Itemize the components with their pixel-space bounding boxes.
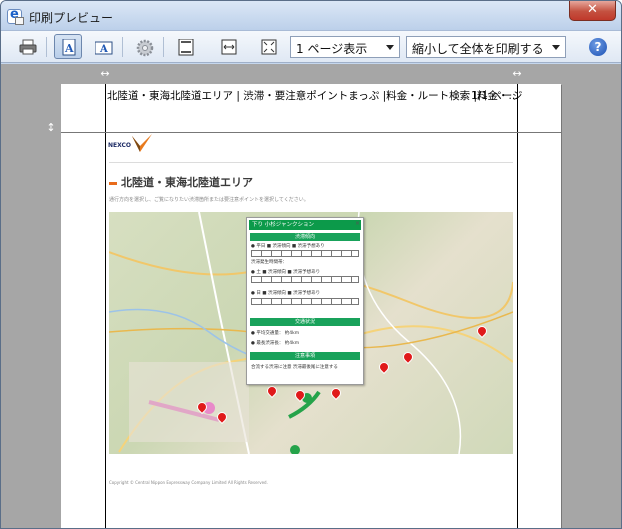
page-view-value: 1 ページ表示 [296, 42, 368, 56]
portrait-button[interactable]: A [54, 34, 82, 59]
header-footer-button[interactable] [171, 34, 199, 59]
popup-close-icon[interactable]: × [355, 220, 360, 227]
window-title: 印刷プレビュー [29, 11, 114, 25]
info-popup: 下り 小杉ジャンクション × 渋滞傾向 ● 平日 ■ 渋滞傾向 ■ 渋滞予想あり… [246, 217, 364, 385]
landscape-page-icon: A [95, 41, 113, 55]
popup-line: ● 平日 ■ 渋滞傾向 ■ 渋滞予想あり [251, 244, 325, 249]
toolbar-separator [46, 37, 47, 57]
left-margin-line [105, 84, 106, 528]
popup-band: 交通状況 [250, 318, 360, 326]
chevron-down-icon [552, 45, 560, 50]
full-page-button[interactable] [254, 34, 282, 59]
popup-line: 合流する渋滞に注意 渋滞最後尾に注意する [251, 365, 338, 370]
warning-pin[interactable] [331, 388, 339, 398]
gear-icon [136, 39, 154, 57]
popup-header: 下り 小杉ジャンクション [249, 220, 361, 230]
warning-pin[interactable] [379, 362, 387, 372]
warning-pin[interactable] [197, 402, 205, 412]
popup-line: ● 最長渋滞長： 約4km [251, 341, 300, 346]
map-image: 下り 小杉ジャンクション × 渋滞傾向 ● 平日 ■ 渋滞傾向 ■ 渋滞予想あり… [109, 212, 513, 454]
full-page-icon [261, 39, 277, 55]
preview-page: 北陸道・東海北陸道エリア | 渋滞・要注意ポイントまっぷ |料金・ルート検索 |… [61, 84, 561, 528]
toolbar-separator [163, 37, 164, 57]
section-title-text: 北陸道・東海北陸道エリア [121, 176, 253, 189]
nexco-logo: NEXCO [108, 130, 158, 160]
section-title: 北陸道・東海北陸道エリア [109, 174, 253, 190]
svg-text:A: A [99, 44, 108, 55]
popup-band: 渋滞傾向 [250, 233, 360, 241]
shrink-to-fit-select[interactable]: 縮小して全体を印刷する [406, 36, 566, 58]
close-button[interactable]: ✕ [569, 1, 616, 21]
popup-line: ● 平均交通量： 約4km [251, 331, 300, 336]
popup-time-grid [251, 298, 359, 305]
instruction-text: 通行方向を選択し、ご覧になりたい渋滞箇所または要注意ポイントを選択してください。 [109, 197, 309, 203]
toolbar: A A 1 ページ表示 縮小して全体を印刷する ? [1, 31, 621, 63]
logo-chevron-icon [132, 134, 152, 152]
left-margin-handle[interactable]: ↔ [96, 68, 114, 80]
divider [109, 162, 513, 163]
page-number: 1/1 ページ [471, 90, 523, 102]
page-width-icon [221, 39, 237, 55]
printer-icon [19, 39, 37, 55]
warning-pin[interactable] [403, 352, 411, 362]
preview-area: ↔ ↔ ↕ 北陸道・東海北陸道エリア | 渋滞・要注意ポイントまっぷ |料金・ル… [1, 64, 621, 528]
popup-line: 渋滞発生時間帯： [251, 260, 287, 265]
logo-text: NEXCO [108, 142, 132, 149]
full-width-button[interactable] [214, 34, 242, 59]
warning-pin[interactable] [217, 412, 225, 422]
right-margin-handle[interactable]: ↔ [508, 68, 526, 80]
ie-print-icon [7, 7, 24, 25]
portrait-page-icon: A [62, 39, 76, 56]
popup-line: ● 土 ■ 渋滞傾向 ■ 渋滞予想あり [251, 270, 321, 275]
shrink-to-fit-value: 縮小して全体を印刷する [412, 42, 544, 56]
header-footer-icon [178, 39, 194, 56]
right-margin-line [517, 84, 518, 528]
copyright-text: Copyright © Central Nippon Expressway Co… [109, 480, 268, 485]
help-button[interactable]: ? [589, 38, 607, 56]
popup-time-grid [251, 276, 359, 283]
popup-band: 注意事項 [250, 352, 360, 360]
warning-pin[interactable] [267, 386, 275, 396]
title-accent-bar [109, 181, 117, 185]
popup-line: ● 日 ■ 渋滞傾向 ■ 渋滞予想あり [251, 291, 321, 296]
top-margin-handle[interactable]: ↕ [45, 122, 57, 140]
print-preview-window: 印刷プレビュー ✕ A A [0, 0, 622, 529]
warning-pin[interactable] [295, 390, 303, 400]
chevron-down-icon [386, 45, 394, 50]
page-header-text: 北陸道・東海北陸道エリア | 渋滞・要注意ポイントまっぷ |料金・ルート検索 |… [107, 90, 517, 102]
warning-pin[interactable] [477, 326, 485, 336]
svg-text:A: A [64, 42, 74, 55]
page-setup-button[interactable] [130, 34, 158, 59]
landscape-button[interactable]: A [89, 34, 117, 59]
title-bar[interactable]: 印刷プレビュー ✕ [1, 1, 621, 31]
popup-time-grid [251, 250, 359, 257]
toolbar-separator [122, 37, 123, 57]
print-button[interactable] [13, 34, 41, 59]
page-view-select[interactable]: 1 ページ表示 [290, 36, 400, 58]
